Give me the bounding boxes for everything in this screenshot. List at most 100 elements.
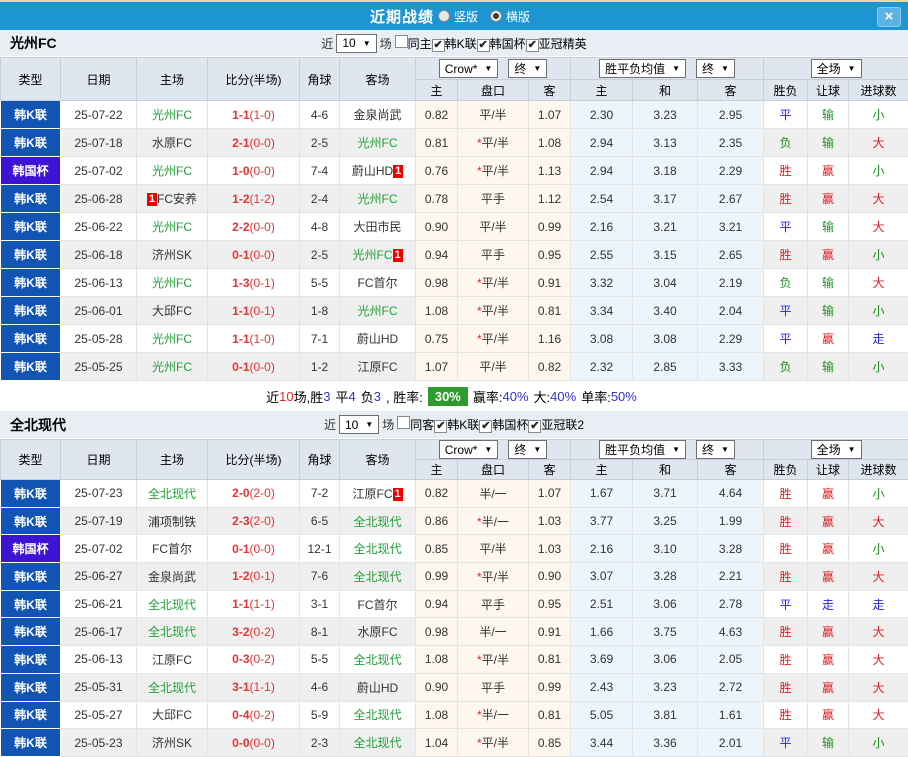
- handicap-line: 平/半: [458, 213, 529, 241]
- away-team: 蔚山HD: [340, 673, 416, 701]
- col-corner: 角球: [300, 440, 340, 480]
- chevron-down-icon: ▼: [365, 420, 373, 429]
- avg-win-odds: 2.30: [571, 101, 633, 129]
- avg-lose-odds: 2.78: [698, 590, 764, 618]
- vertical-layout-radio[interactable]: [438, 10, 450, 22]
- final-odds-select[interactable]: 终▼: [508, 440, 547, 459]
- match-row: 韩K联 25-06-17 全北现代 3-2(0-2) 8-1 水原FC 0.98…: [1, 618, 908, 646]
- handicap-line: *半/一: [458, 507, 529, 535]
- avg-lose-odds: 1.61: [698, 701, 764, 729]
- result-goals: 大: [849, 129, 908, 157]
- away-team: FC首尔: [340, 269, 416, 297]
- corners: 1-8: [300, 297, 340, 325]
- match-score: 3-2(0-2): [208, 618, 300, 646]
- filter-checkbox[interactable]: [397, 416, 410, 429]
- filter-checkbox[interactable]: ✔: [528, 420, 541, 433]
- avg-win-odds: 5.05: [571, 701, 633, 729]
- match-row: 韩K联 25-06-13 光州FC 1-3(0-1) 5-5 FC首尔 0.98…: [1, 269, 908, 297]
- avg-odds-select[interactable]: 胜平负均值▼: [599, 440, 686, 459]
- avg-draw-odds: 3.13: [633, 129, 698, 157]
- filter-checkbox[interactable]: ✔: [526, 39, 539, 52]
- chevron-down-icon: ▼: [484, 64, 492, 73]
- final-odds-select-2[interactable]: 终▼: [696, 59, 735, 78]
- avg-lose-odds: 2.65: [698, 241, 764, 269]
- recent-count-select[interactable]: 10▼: [336, 34, 376, 53]
- filter-checkbox[interactable]: ✔: [432, 39, 445, 52]
- result-goals: 小: [849, 535, 908, 563]
- result-handicap: 赢: [808, 185, 849, 213]
- col-odds-away: 客: [529, 460, 571, 480]
- away-team: 蔚山HD: [340, 325, 416, 353]
- chevron-down-icon: ▼: [533, 64, 541, 73]
- match-type: 韩K联: [1, 646, 61, 674]
- summary-segment: 40%: [550, 389, 576, 404]
- away-team: 光州FC: [340, 185, 416, 213]
- match-date: 25-07-22: [61, 101, 137, 129]
- filter-checkbox-label: 韩国杯: [490, 37, 526, 51]
- handicap-line: 平手: [458, 673, 529, 701]
- final-odds-select[interactable]: 终▼: [508, 59, 547, 78]
- avg-draw-odds: 3.25: [633, 507, 698, 535]
- avg-win-odds: 1.66: [571, 618, 633, 646]
- filter-checkbox-label: 亚冠联2: [541, 418, 584, 432]
- avg-win-odds: 2.54: [571, 185, 633, 213]
- team-name: 全北现代: [10, 415, 66, 435]
- home-team: 济州SK: [137, 241, 208, 269]
- col-handicap: 盘口: [458, 80, 529, 101]
- record-summary: 近10场,胜3平4负3, 胜率:30%赢率:40%大:40%单率:50%: [0, 381, 908, 411]
- match-date: 25-06-17: [61, 618, 137, 646]
- final-odds-select-2[interactable]: 终▼: [696, 440, 735, 459]
- chevron-down-icon: ▼: [848, 64, 856, 73]
- bookmaker-select[interactable]: Crow*▼: [439, 440, 499, 459]
- filter-checkbox[interactable]: ✔: [479, 420, 492, 433]
- close-icon[interactable]: ×: [877, 7, 901, 27]
- avg-lose-odds: 4.64: [698, 480, 764, 508]
- home-odds: 0.86: [416, 507, 458, 535]
- match-row: 韩K联 25-05-31 全北现代 3-1(1-1) 4-6 蔚山HD 0.90…: [1, 673, 908, 701]
- away-team: 全北现代: [340, 563, 416, 591]
- away-odds: 1.16: [529, 325, 571, 353]
- col-type: 类型: [1, 58, 61, 101]
- match-date: 25-06-01: [61, 297, 137, 325]
- corners: 7-1: [300, 325, 340, 353]
- avg-win-odds: 2.16: [571, 535, 633, 563]
- filter-checkbox[interactable]: ✔: [477, 39, 490, 52]
- recent-count-select[interactable]: 10▼: [339, 415, 379, 434]
- result-handicap: 输: [808, 129, 849, 157]
- col-result-handicap: 让球: [808, 80, 849, 101]
- avg-draw-odds: 3.17: [633, 185, 698, 213]
- away-team: 全北现代: [340, 646, 416, 674]
- match-score: 0-1(0-0): [208, 241, 300, 269]
- away-odds: 0.91: [529, 269, 571, 297]
- avg-draw-odds: 3.21: [633, 213, 698, 241]
- summary-segment: 50%: [611, 389, 637, 404]
- result-goals: 大: [849, 185, 908, 213]
- away-odds: 0.95: [529, 590, 571, 618]
- result-wdl: 平: [764, 213, 808, 241]
- col-result-goals: 进球数: [849, 460, 908, 480]
- handicap-line: 平手: [458, 185, 529, 213]
- result-goals: 大: [849, 563, 908, 591]
- near-label: 近: [324, 416, 336, 433]
- bookmaker-select[interactable]: Crow*▼: [439, 59, 499, 78]
- away-odds: 1.07: [529, 480, 571, 508]
- result-wdl: 负: [764, 353, 808, 381]
- col-result-handicap: 让球: [808, 460, 849, 480]
- result-handicap: 输: [808, 297, 849, 325]
- home-team: 全北现代: [137, 480, 208, 508]
- home-odds: 0.90: [416, 213, 458, 241]
- horizontal-layout-radio[interactable]: [490, 10, 502, 22]
- away-odds: 0.81: [529, 701, 571, 729]
- result-wdl: 胜: [764, 673, 808, 701]
- handicap-line: 平手: [458, 241, 529, 269]
- filter-checkbox-label: 韩国杯: [492, 418, 528, 432]
- corners: 5-9: [300, 701, 340, 729]
- home-team: 光州FC: [137, 353, 208, 381]
- home-odds: 0.81: [416, 129, 458, 157]
- fulltime-select[interactable]: 全场▼: [811, 440, 862, 459]
- filter-checkbox[interactable]: ✔: [434, 420, 447, 433]
- avg-odds-select[interactable]: 胜平负均值▼: [599, 59, 686, 78]
- match-row: 韩K联 25-07-22 光州FC 1-1(1-0) 4-6 金泉尚武 0.82…: [1, 101, 908, 129]
- filter-checkbox[interactable]: [395, 35, 408, 48]
- fulltime-select[interactable]: 全场▼: [811, 59, 862, 78]
